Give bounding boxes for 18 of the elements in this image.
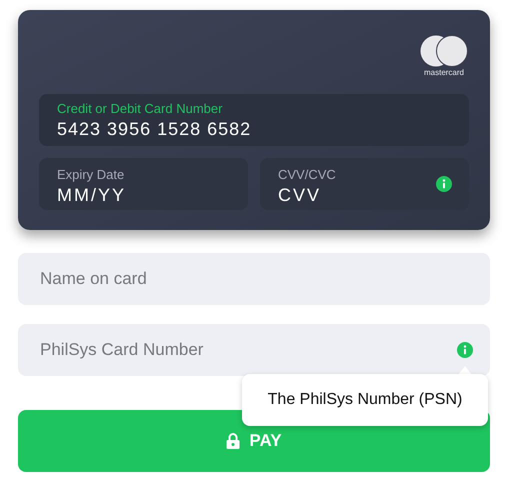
name-field[interactable]: Name on card	[18, 253, 490, 305]
placeholder-text: PhilSys Card Number	[40, 339, 204, 362]
placeholder-text: MM/YY	[57, 184, 128, 207]
overlapping-circles-icon	[420, 35, 468, 67]
brand-name: mastercard	[424, 69, 464, 77]
placeholder-text: CVV	[278, 184, 322, 207]
info-icon[interactable]	[436, 176, 452, 192]
placeholder-text: Name on card	[40, 268, 147, 290]
field-label: CVV/CVC	[278, 167, 336, 183]
card-number-field[interactable]: Credit or Debit Card Number 5423 3956 1528 6582	[39, 94, 469, 146]
padlock-icon	[226, 433, 240, 449]
field-label: Credit or Debit Card Number	[57, 101, 224, 117]
card-number-value: 5423 3956 1528 6582	[57, 118, 252, 141]
field-label: Expiry Date	[57, 167, 126, 183]
tooltip-text: The PhilSys Number (PSN)	[268, 390, 462, 410]
cvv-field[interactable]: CVV/CVC CVV	[260, 158, 469, 210]
expiry-field[interactable]: Expiry Date MM/YY	[39, 158, 248, 210]
philsys-field[interactable]: PhilSys Card Number	[18, 324, 490, 376]
